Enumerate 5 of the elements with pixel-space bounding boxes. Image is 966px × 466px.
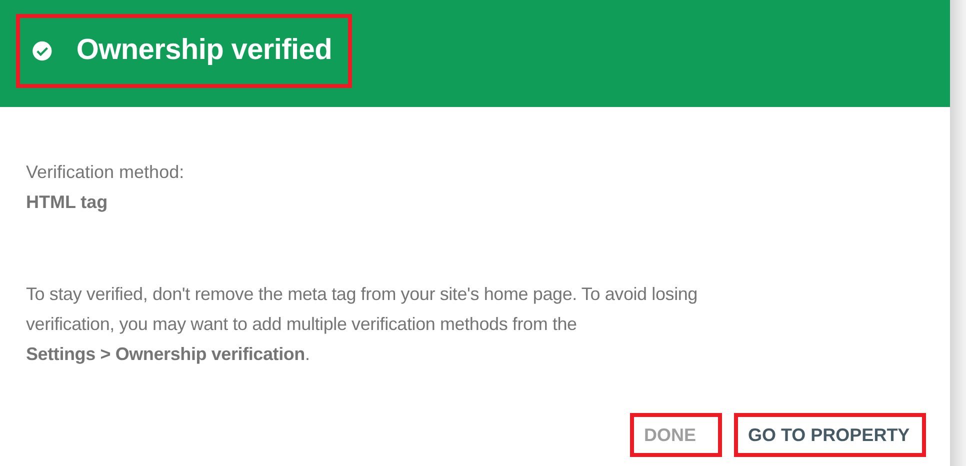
method-value: HTML tag: [26, 191, 109, 214]
go-to-property-button[interactable]: GO TO PROPERTY: [734, 413, 926, 457]
dialog-title: Ownership verified: [76, 34, 332, 67]
info-message: To stay verified, don't remove the meta tag from your site's home page. To avoid losing verification, you may want to add multiple verification methods from the Settings > Ownership verification.: [26, 283, 698, 366]
method-label: Verification method:: [26, 161, 186, 184]
